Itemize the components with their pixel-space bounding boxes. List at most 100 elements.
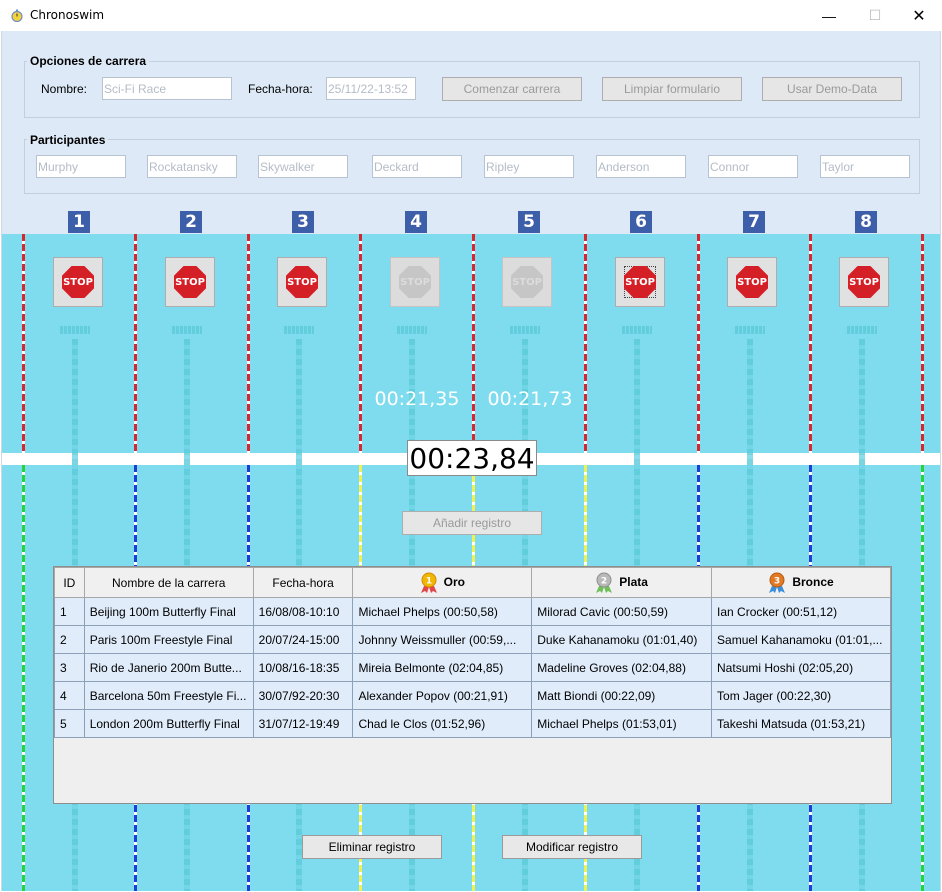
stop-button-lane-4[interactable]: STOP (390, 257, 440, 307)
stop-sign-icon: STOP (511, 266, 543, 298)
stop-sign-icon: STOP (736, 266, 768, 298)
stop-button-lane-1[interactable]: STOP (53, 257, 103, 307)
stop-sign-icon: STOP (848, 266, 880, 298)
bronze-medal-number: 3 (774, 576, 780, 586)
cell-bronze: Takeshi Matsuda (01:53,21) (711, 709, 891, 738)
start-race-button[interactable]: Comenzar carrera (442, 77, 582, 101)
cell-id: 5 (54, 709, 85, 738)
stop-button-lane-7[interactable]: STOP (727, 257, 777, 307)
cell-silver: Duke Kahanamoku (01:01,40) (531, 625, 713, 654)
cell-bronze: Tom Jager (00:22,30) (711, 681, 891, 710)
lane-number-2: 2 (180, 211, 202, 233)
lane-divider-lower (22, 465, 25, 891)
participant-field-5[interactable]: Ripley (484, 155, 574, 178)
lane-number-1: 1 (68, 211, 90, 233)
stop-button-lane-6[interactable]: STOP (615, 257, 665, 307)
add-record-button[interactable]: Añadir registro (402, 511, 542, 535)
race-name-field[interactable]: Sci-Fi Race (102, 77, 232, 100)
lane-time-5: 00:21,73 (487, 388, 573, 410)
modify-record-button[interactable]: Modificar registro (502, 835, 642, 859)
lane-divider-upper (809, 234, 812, 453)
cell-silver: Madeline Groves (02:04,88) (531, 653, 713, 682)
race-datetime-field[interactable]: 25/11/22-13:52 (326, 77, 416, 100)
cell-id: 2 (54, 625, 85, 654)
name-label: Nombre: (41, 82, 88, 96)
lane-divider-upper (134, 234, 137, 453)
cell-datetime: 10/08/16-18:35 (252, 653, 354, 682)
lane-floor-marker (510, 326, 540, 334)
cell-gold: Chad le Clos (01:52,96) (352, 709, 533, 738)
minimize-button[interactable]: — (806, 0, 852, 31)
col-datetime-header[interactable]: Fecha-hora (252, 567, 354, 598)
results-table[interactable]: ID Nombre de la carrera Fecha-hora 1 Oro (53, 566, 892, 804)
gold-header-label: Oro (443, 574, 466, 589)
table-header-row: ID Nombre de la carrera Fecha-hora 1 Oro (54, 567, 891, 598)
maximize-button[interactable]: ☐ (852, 0, 898, 31)
cell-bronze: Ian Crocker (00:51,12) (711, 597, 891, 626)
delete-record-button[interactable]: Eliminar registro (302, 835, 442, 859)
participant-field-1[interactable]: Murphy (36, 155, 126, 178)
col-name-header[interactable]: Nombre de la carrera (83, 567, 254, 598)
cell-gold: Johnny Weissmuller (00:59,... (352, 625, 533, 654)
client-area: Opciones de carrera Nombre: Sci-Fi Race … (1, 31, 941, 891)
lane-floor-marker (60, 326, 90, 334)
participant-field-2[interactable]: Rockatansky (147, 155, 237, 178)
cell-id: 1 (54, 597, 85, 626)
lane-number-7: 7 (743, 211, 765, 233)
participant-field-4[interactable]: Deckard (372, 155, 462, 178)
participant-field-6[interactable]: Anderson (596, 155, 686, 178)
lane-divider-upper (22, 234, 25, 453)
table-row[interactable]: 3 Rio de Janerio 200m Butte... 10/08/16-… (54, 653, 891, 682)
lane-number-6: 6 (630, 211, 652, 233)
cell-bronze: Samuel Kahanamoku (01:01,... (711, 625, 891, 654)
lane-floor-marker (284, 326, 314, 334)
lane-divider-upper (472, 234, 475, 453)
cell-datetime: 20/07/24-15:00 (252, 625, 354, 654)
lane-number-5: 5 (518, 211, 540, 233)
use-demo-data-button[interactable]: Usar Demo-Data (762, 77, 902, 101)
stop-sign-icon: STOP (399, 266, 431, 298)
lane-divider-upper (921, 234, 924, 453)
lane-divider-upper (247, 234, 250, 453)
lane-number-4: 4 (405, 211, 427, 233)
table-row[interactable]: 5 London 200m Butterfly Final 31/07/12-1… (54, 709, 891, 738)
lane-divider-upper (584, 234, 587, 453)
stop-button-lane-3[interactable]: STOP (277, 257, 327, 307)
window-title: Chronoswim (30, 8, 105, 22)
silver-header-label: Plata (619, 574, 648, 589)
stop-button-lane-5[interactable]: STOP (502, 257, 552, 307)
participant-field-8[interactable]: Taylor (820, 155, 910, 178)
race-clock: 00:23,84 (407, 440, 537, 476)
lane-floor-marker (397, 326, 427, 334)
stop-button-lane-8[interactable]: STOP (839, 257, 889, 307)
close-button[interactable]: ✕ (896, 0, 942, 31)
table-row[interactable]: 2 Paris 100m Freestyle Final 20/07/24-15… (54, 625, 891, 654)
silver-medal-number: 2 (601, 576, 607, 586)
lane-divider-upper (697, 234, 700, 453)
lane-number-8: 8 (855, 211, 877, 233)
cell-id: 3 (54, 653, 85, 682)
col-id-header[interactable]: ID (54, 567, 85, 598)
participant-field-7[interactable]: Connor (708, 155, 798, 178)
cell-race-name: Paris 100m Freestyle Final (83, 625, 254, 654)
stop-sign-icon: STOP (624, 266, 656, 298)
stop-button-lane-2[interactable]: STOP (165, 257, 215, 307)
silver-medal-icon: 2 (596, 572, 613, 593)
cell-bronze: Natsumi Hoshi (02:05,20) (711, 653, 891, 682)
table-row[interactable]: 1 Beijing 100m Butterfly Final 16/08/08-… (54, 597, 891, 626)
cell-datetime: 31/07/12-19:49 (252, 709, 354, 738)
clear-form-button[interactable]: Limpiar formulario (602, 77, 742, 101)
cell-race-name: Barcelona 50m Freestyle Fi... (83, 681, 254, 710)
lane-number-3: 3 (292, 211, 314, 233)
col-bronze-header[interactable]: 3 Bronce (711, 567, 891, 598)
participant-field-3[interactable]: Skywalker (258, 155, 348, 178)
col-gold-header[interactable]: 1 Oro (352, 567, 533, 598)
cell-gold: Michael Phelps (00:50,58) (352, 597, 533, 626)
cell-id: 4 (54, 681, 85, 710)
col-silver-header[interactable]: 2 Plata (531, 567, 713, 598)
gold-medal-icon: 1 (420, 572, 437, 593)
cell-silver: Matt Biondi (00:22,09) (531, 681, 713, 710)
lane-floor-marker (847, 326, 877, 334)
table-row[interactable]: 4 Barcelona 50m Freestyle Fi... 30/07/92… (54, 681, 891, 710)
bronze-medal-icon: 3 (769, 572, 786, 593)
